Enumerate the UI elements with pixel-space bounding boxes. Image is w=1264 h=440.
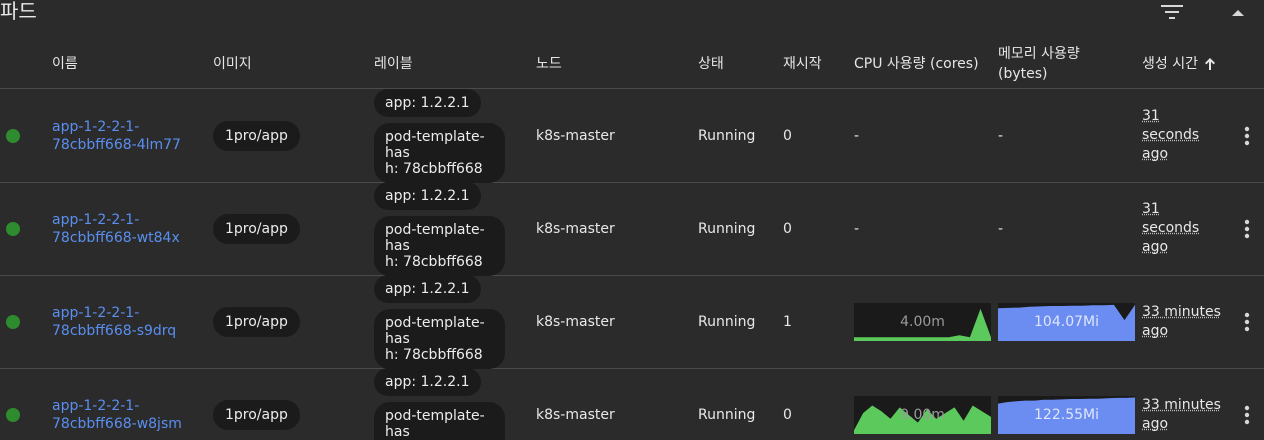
header-labels-label: 레이블 xyxy=(374,56,413,72)
memory-usage: 104.07Mi xyxy=(1034,314,1099,330)
memory-sparkline: 122.55Mi xyxy=(998,396,1135,434)
pod-name-link[interactable]: app-1-2-2-1- 78cbbff668-w8jsm xyxy=(52,397,182,433)
header-restarts-label: 재시작 xyxy=(783,56,822,72)
more-vert-icon[interactable] xyxy=(1241,311,1253,333)
status-running-icon xyxy=(6,129,20,143)
more-vert-icon[interactable] xyxy=(1241,218,1253,240)
label-chip: app: 1.2.2.1 xyxy=(374,274,481,303)
image-chip: 1pro/app xyxy=(213,213,300,244)
filter-icon[interactable] xyxy=(1160,2,1184,22)
pod-name-link[interactable]: app-1-2-2-1- 78cbbff668-s9drq xyxy=(52,304,176,340)
table-row[interactable]: app-1-2-2-1- 78cbbff668-4lm77 1pro/app a… xyxy=(0,88,1264,183)
header-node-label: 노드 xyxy=(536,56,562,72)
labels-list: app: 1.2.2.1 pod-template-has h: 78cbbff… xyxy=(374,181,505,276)
header-name[interactable]: 이름 xyxy=(52,40,78,88)
pod-name-link[interactable]: app-1-2-2-1- 78cbbff668-wt84x xyxy=(52,211,180,247)
restart-count: 0 xyxy=(783,220,792,237)
created-time: 33 minutes ago xyxy=(1142,396,1221,432)
cpu-usage: - xyxy=(854,127,860,144)
restart-count: 0 xyxy=(783,127,792,144)
cpu-usage: - xyxy=(854,220,860,237)
image-chip: 1pro/app xyxy=(213,399,300,430)
status-text: Running xyxy=(698,313,756,330)
arrow-up-icon[interactable] xyxy=(1204,57,1216,71)
more-vert-icon[interactable] xyxy=(1241,125,1253,147)
status-text: Running xyxy=(698,220,756,237)
cpu-usage: 9.00m xyxy=(900,407,945,423)
header-node: 노드 xyxy=(536,40,562,88)
node-name: k8s-master xyxy=(536,406,615,423)
table-row[interactable]: app-1-2-2-1- 78cbbff668-w8jsm 1pro/app a… xyxy=(0,367,1264,440)
more-vert-icon[interactable] xyxy=(1241,404,1253,426)
image-chip: 1pro/app xyxy=(213,120,300,151)
created-time: 31 seconds ago xyxy=(1142,201,1200,255)
header-cpu: CPU 사용량 (cores) xyxy=(854,40,979,88)
created-time: 33 minutes ago xyxy=(1142,303,1221,339)
table-row[interactable]: app-1-2-2-1- 78cbbff668-wt84x 1pro/app a… xyxy=(0,181,1264,276)
node-name: k8s-master xyxy=(536,313,615,330)
node-name: k8s-master xyxy=(536,127,615,144)
label-chip: app: 1.2.2.1 xyxy=(374,88,481,117)
pods-card: 파드 이름 이미지 레이블 노드 상태 재시작 CPU 사용량 (cores) … xyxy=(0,0,1264,440)
node-name: k8s-master xyxy=(536,220,615,237)
labels-list: app: 1.2.2.1 pod-template-has h: 78cbbff… xyxy=(374,274,505,369)
status-running-icon xyxy=(6,315,20,329)
status-text: Running xyxy=(698,127,756,144)
created-time: 31 seconds ago xyxy=(1142,108,1200,162)
memory-usage: 122.55Mi xyxy=(1034,407,1099,423)
header-name-label: 이름 xyxy=(52,56,78,72)
label-chip: app: 1.2.2.1 xyxy=(374,181,481,210)
header-cpu-label: CPU 사용량 (cores) xyxy=(854,56,979,72)
labels-list: app: 1.2.2.1 pod-template-has h: 78cbbff… xyxy=(374,367,505,440)
label-chip: pod-template-has h: 78cbbff668 xyxy=(374,308,505,369)
header-status: 상태 xyxy=(698,40,724,88)
header-image: 이미지 xyxy=(213,40,252,88)
table-row[interactable]: app-1-2-2-1- 78cbbff668-s9drq 1pro/app a… xyxy=(0,274,1264,369)
header-status-label: 상태 xyxy=(698,56,724,72)
memory-sparkline: 104.07Mi xyxy=(998,303,1135,341)
status-running-icon xyxy=(6,222,20,236)
header-labels: 레이블 xyxy=(374,40,413,88)
restart-count: 1 xyxy=(783,313,792,330)
header-memory-label: 메모리 사용량 (bytes) xyxy=(998,46,1080,82)
memory-usage: - xyxy=(998,127,1004,144)
cpu-usage: 4.00m xyxy=(900,314,945,330)
labels-list: app: 1.2.2.1 pod-template-has h: 78cbbff… xyxy=(374,88,505,183)
restart-count: 0 xyxy=(783,406,792,423)
label-chip: app: 1.2.2.1 xyxy=(374,367,481,396)
label-chip: pod-template-has h: 78cbbff668 xyxy=(374,122,505,183)
image-chip: 1pro/app xyxy=(213,306,300,337)
status-running-icon xyxy=(6,408,20,422)
header-created[interactable]: 생성 시간 xyxy=(1142,40,1216,88)
header-memory: 메모리 사용량 (bytes) xyxy=(998,40,1080,88)
card-title: 파드 xyxy=(0,0,37,23)
header-image-label: 이미지 xyxy=(213,56,252,72)
table-header: 이름 이미지 레이블 노드 상태 재시작 CPU 사용량 (cores) 메모리… xyxy=(0,40,1264,89)
chevron-up-icon[interactable] xyxy=(1228,2,1248,22)
cpu-sparkline: 4.00m xyxy=(854,303,991,341)
header-restarts[interactable]: 재시작 xyxy=(783,40,822,88)
cpu-sparkline: 9.00m xyxy=(854,396,991,434)
pod-name-link[interactable]: app-1-2-2-1- 78cbbff668-4lm77 xyxy=(52,118,181,154)
memory-usage: - xyxy=(998,220,1004,237)
header-created-label: 생성 시간 xyxy=(1142,56,1198,72)
label-chip: pod-template-has h: 78cbbff668 xyxy=(374,401,505,440)
label-chip: pod-template-has h: 78cbbff668 xyxy=(374,215,505,276)
status-text: Running xyxy=(698,406,756,423)
